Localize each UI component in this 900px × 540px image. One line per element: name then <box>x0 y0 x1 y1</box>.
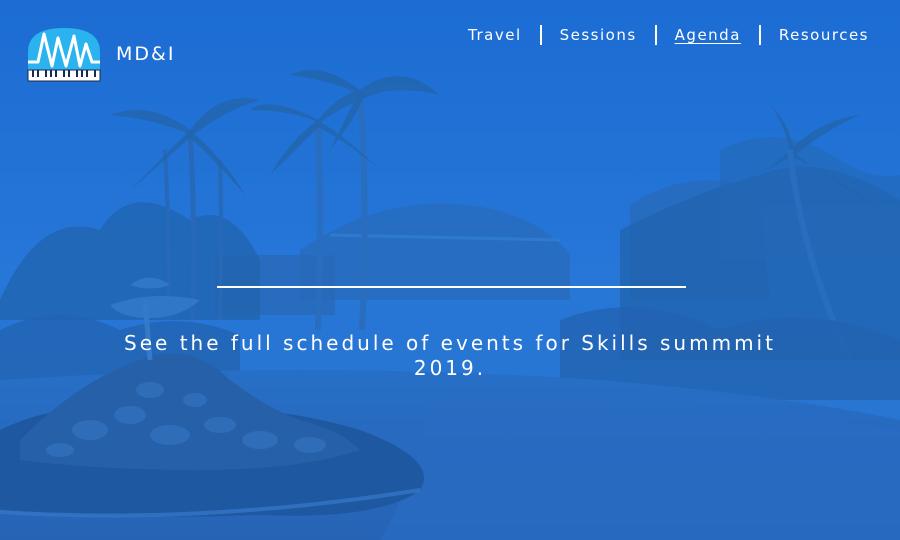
nav-divider <box>758 25 761 45</box>
hero-section: MD&I Travel Sessions Agenda Resources Se… <box>0 0 900 540</box>
nav-travel-link[interactable]: Travel <box>464 24 526 46</box>
nav-divider <box>654 25 657 45</box>
piano-waveform-logo-icon <box>27 28 101 82</box>
nav-sessions-link[interactable]: Sessions <box>556 24 641 46</box>
main-nav: Travel Sessions Agenda Resources <box>464 24 873 46</box>
hero-divider-line <box>217 286 686 288</box>
nav-agenda-link[interactable]: Agenda <box>671 24 745 46</box>
brand-logo[interactable]: MD&I <box>24 26 175 82</box>
brand-name: MD&I <box>116 43 176 65</box>
nav-divider <box>539 25 542 45</box>
nav-resources-link[interactable]: Resources <box>775 24 873 46</box>
hero-tagline: See the full schedule of events for Skil… <box>124 331 776 380</box>
